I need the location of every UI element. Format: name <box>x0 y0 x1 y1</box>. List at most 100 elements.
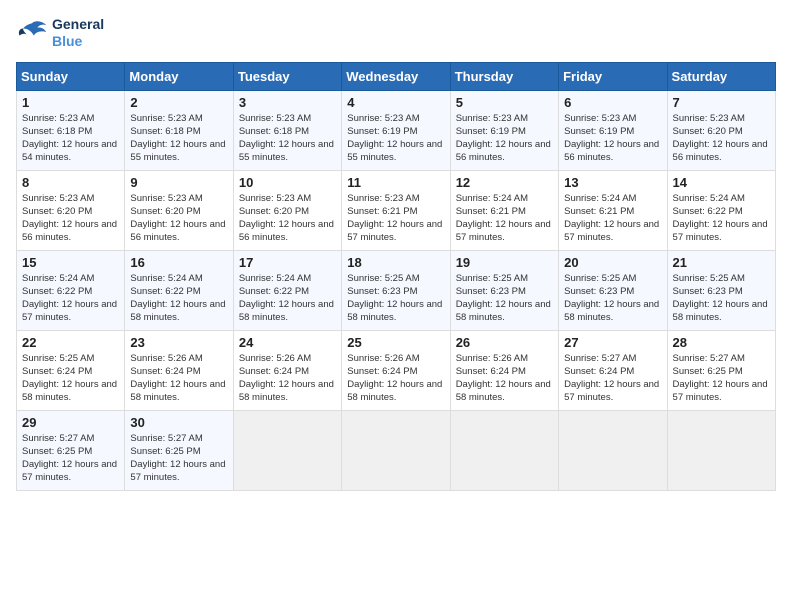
calendar-week-2: 8 Sunrise: 5:23 AM Sunset: 6:20 PM Dayli… <box>17 170 776 250</box>
sunset-label: Sunset: <box>22 126 54 137</box>
sunrise-label: Sunrise: <box>347 273 382 284</box>
sunrise-label: Sunrise: <box>673 193 708 204</box>
sunrise-label: Sunrise: <box>239 353 274 364</box>
day-cell-10: 10 Sunrise: 5:23 AM Sunset: 6:20 PM Dayl… <box>233 170 341 250</box>
day-info: Sunrise: 5:23 AM Sunset: 6:18 PM Dayligh… <box>22 112 119 165</box>
day-number: 14 <box>673 175 770 190</box>
calendar-week-3: 15 Sunrise: 5:24 AM Sunset: 6:22 PM Dayl… <box>17 250 776 330</box>
daylight-label: Daylight: <box>673 379 710 390</box>
day-info: Sunrise: 5:25 AM Sunset: 6:23 PM Dayligh… <box>456 272 553 325</box>
sunset-label: Sunset: <box>347 206 379 217</box>
col-friday: Friday <box>559 62 667 90</box>
sunrise-label: Sunrise: <box>22 193 57 204</box>
sunrise-label: Sunrise: <box>239 193 274 204</box>
day-number: 1 <box>22 95 119 110</box>
sunset-label: Sunset: <box>239 206 271 217</box>
calendar-body: 1 Sunrise: 5:23 AM Sunset: 6:18 PM Dayli… <box>17 90 776 490</box>
sunset-label: Sunset: <box>673 286 705 297</box>
sunrise-label: Sunrise: <box>22 433 57 444</box>
day-cell-27: 27 Sunrise: 5:27 AM Sunset: 6:24 PM Dayl… <box>559 330 667 410</box>
sunrise-label: Sunrise: <box>456 193 491 204</box>
day-info: Sunrise: 5:23 AM Sunset: 6:19 PM Dayligh… <box>347 112 444 165</box>
day-number: 20 <box>564 255 661 270</box>
logo-icon <box>16 19 48 47</box>
day-number: 5 <box>456 95 553 110</box>
sunset-label: Sunset: <box>347 126 379 137</box>
sunset-label: Sunset: <box>564 126 596 137</box>
daylight-label: Daylight: <box>239 139 276 150</box>
sunset-label: Sunset: <box>673 206 705 217</box>
daylight-label: Daylight: <box>347 299 384 310</box>
sunset-label: Sunset: <box>22 366 54 377</box>
day-number: 29 <box>22 415 119 430</box>
daylight-label: Daylight: <box>130 139 167 150</box>
day-number: 4 <box>347 95 444 110</box>
day-number: 24 <box>239 335 336 350</box>
sunrise-label: Sunrise: <box>347 353 382 364</box>
sunset-label: Sunset: <box>347 366 379 377</box>
sunset-label: Sunset: <box>456 366 488 377</box>
daylight-label: Daylight: <box>22 379 59 390</box>
sunrise-label: Sunrise: <box>347 113 382 124</box>
sunrise-label: Sunrise: <box>239 273 274 284</box>
calendar-week-5: 29 Sunrise: 5:27 AM Sunset: 6:25 PM Dayl… <box>17 410 776 490</box>
day-cell-3: 3 Sunrise: 5:23 AM Sunset: 6:18 PM Dayli… <box>233 90 341 170</box>
day-cell-24: 24 Sunrise: 5:26 AM Sunset: 6:24 PM Dayl… <box>233 330 341 410</box>
day-info: Sunrise: 5:25 AM Sunset: 6:23 PM Dayligh… <box>564 272 661 325</box>
sunset-label: Sunset: <box>239 366 271 377</box>
day-cell-23: 23 Sunrise: 5:26 AM Sunset: 6:24 PM Dayl… <box>125 330 233 410</box>
daylight-label: Daylight: <box>239 219 276 230</box>
sunrise-label: Sunrise: <box>564 113 599 124</box>
day-number: 3 <box>239 95 336 110</box>
sunrise-label: Sunrise: <box>22 113 57 124</box>
day-cell-13: 13 Sunrise: 5:24 AM Sunset: 6:21 PM Dayl… <box>559 170 667 250</box>
day-info: Sunrise: 5:26 AM Sunset: 6:24 PM Dayligh… <box>347 352 444 405</box>
day-info: Sunrise: 5:23 AM Sunset: 6:21 PM Dayligh… <box>347 192 444 245</box>
day-cell-15: 15 Sunrise: 5:24 AM Sunset: 6:22 PM Dayl… <box>17 250 125 330</box>
day-info: Sunrise: 5:24 AM Sunset: 6:21 PM Dayligh… <box>564 192 661 245</box>
col-tuesday: Tuesday <box>233 62 341 90</box>
day-cell-16: 16 Sunrise: 5:24 AM Sunset: 6:22 PM Dayl… <box>125 250 233 330</box>
sunrise-label: Sunrise: <box>347 193 382 204</box>
page-header: General Blue <box>16 16 776 50</box>
day-number: 22 <box>22 335 119 350</box>
day-info: Sunrise: 5:24 AM Sunset: 6:22 PM Dayligh… <box>22 272 119 325</box>
day-info: Sunrise: 5:26 AM Sunset: 6:24 PM Dayligh… <box>456 352 553 405</box>
day-cell-8: 8 Sunrise: 5:23 AM Sunset: 6:20 PM Dayli… <box>17 170 125 250</box>
day-number: 13 <box>564 175 661 190</box>
day-info: Sunrise: 5:27 AM Sunset: 6:24 PM Dayligh… <box>564 352 661 405</box>
day-number: 2 <box>130 95 227 110</box>
logo-text: General Blue <box>52 16 104 50</box>
daylight-label: Daylight: <box>130 219 167 230</box>
empty-cell <box>667 410 775 490</box>
day-cell-17: 17 Sunrise: 5:24 AM Sunset: 6:22 PM Dayl… <box>233 250 341 330</box>
sunset-label: Sunset: <box>564 206 596 217</box>
day-cell-9: 9 Sunrise: 5:23 AM Sunset: 6:20 PM Dayli… <box>125 170 233 250</box>
sunset-label: Sunset: <box>130 286 162 297</box>
calendar-week-1: 1 Sunrise: 5:23 AM Sunset: 6:18 PM Dayli… <box>17 90 776 170</box>
sunrise-label: Sunrise: <box>564 273 599 284</box>
daylight-label: Daylight: <box>456 139 493 150</box>
empty-cell <box>342 410 450 490</box>
day-cell-26: 26 Sunrise: 5:26 AM Sunset: 6:24 PM Dayl… <box>450 330 558 410</box>
daylight-label: Daylight: <box>239 379 276 390</box>
daylight-label: Daylight: <box>564 219 601 230</box>
day-cell-18: 18 Sunrise: 5:25 AM Sunset: 6:23 PM Dayl… <box>342 250 450 330</box>
day-cell-28: 28 Sunrise: 5:27 AM Sunset: 6:25 PM Dayl… <box>667 330 775 410</box>
day-info: Sunrise: 5:23 AM Sunset: 6:20 PM Dayligh… <box>130 192 227 245</box>
day-cell-30: 30 Sunrise: 5:27 AM Sunset: 6:25 PM Dayl… <box>125 410 233 490</box>
sunrise-label: Sunrise: <box>564 193 599 204</box>
sunset-label: Sunset: <box>130 366 162 377</box>
sunrise-label: Sunrise: <box>456 273 491 284</box>
daylight-label: Daylight: <box>130 379 167 390</box>
day-info: Sunrise: 5:23 AM Sunset: 6:19 PM Dayligh… <box>456 112 553 165</box>
day-cell-29: 29 Sunrise: 5:27 AM Sunset: 6:25 PM Dayl… <box>17 410 125 490</box>
day-number: 12 <box>456 175 553 190</box>
sunset-label: Sunset: <box>456 206 488 217</box>
day-info: Sunrise: 5:23 AM Sunset: 6:20 PM Dayligh… <box>239 192 336 245</box>
day-number: 27 <box>564 335 661 350</box>
sunset-label: Sunset: <box>239 286 271 297</box>
sunrise-label: Sunrise: <box>456 353 491 364</box>
day-info: Sunrise: 5:23 AM Sunset: 6:18 PM Dayligh… <box>239 112 336 165</box>
day-cell-12: 12 Sunrise: 5:24 AM Sunset: 6:21 PM Dayl… <box>450 170 558 250</box>
